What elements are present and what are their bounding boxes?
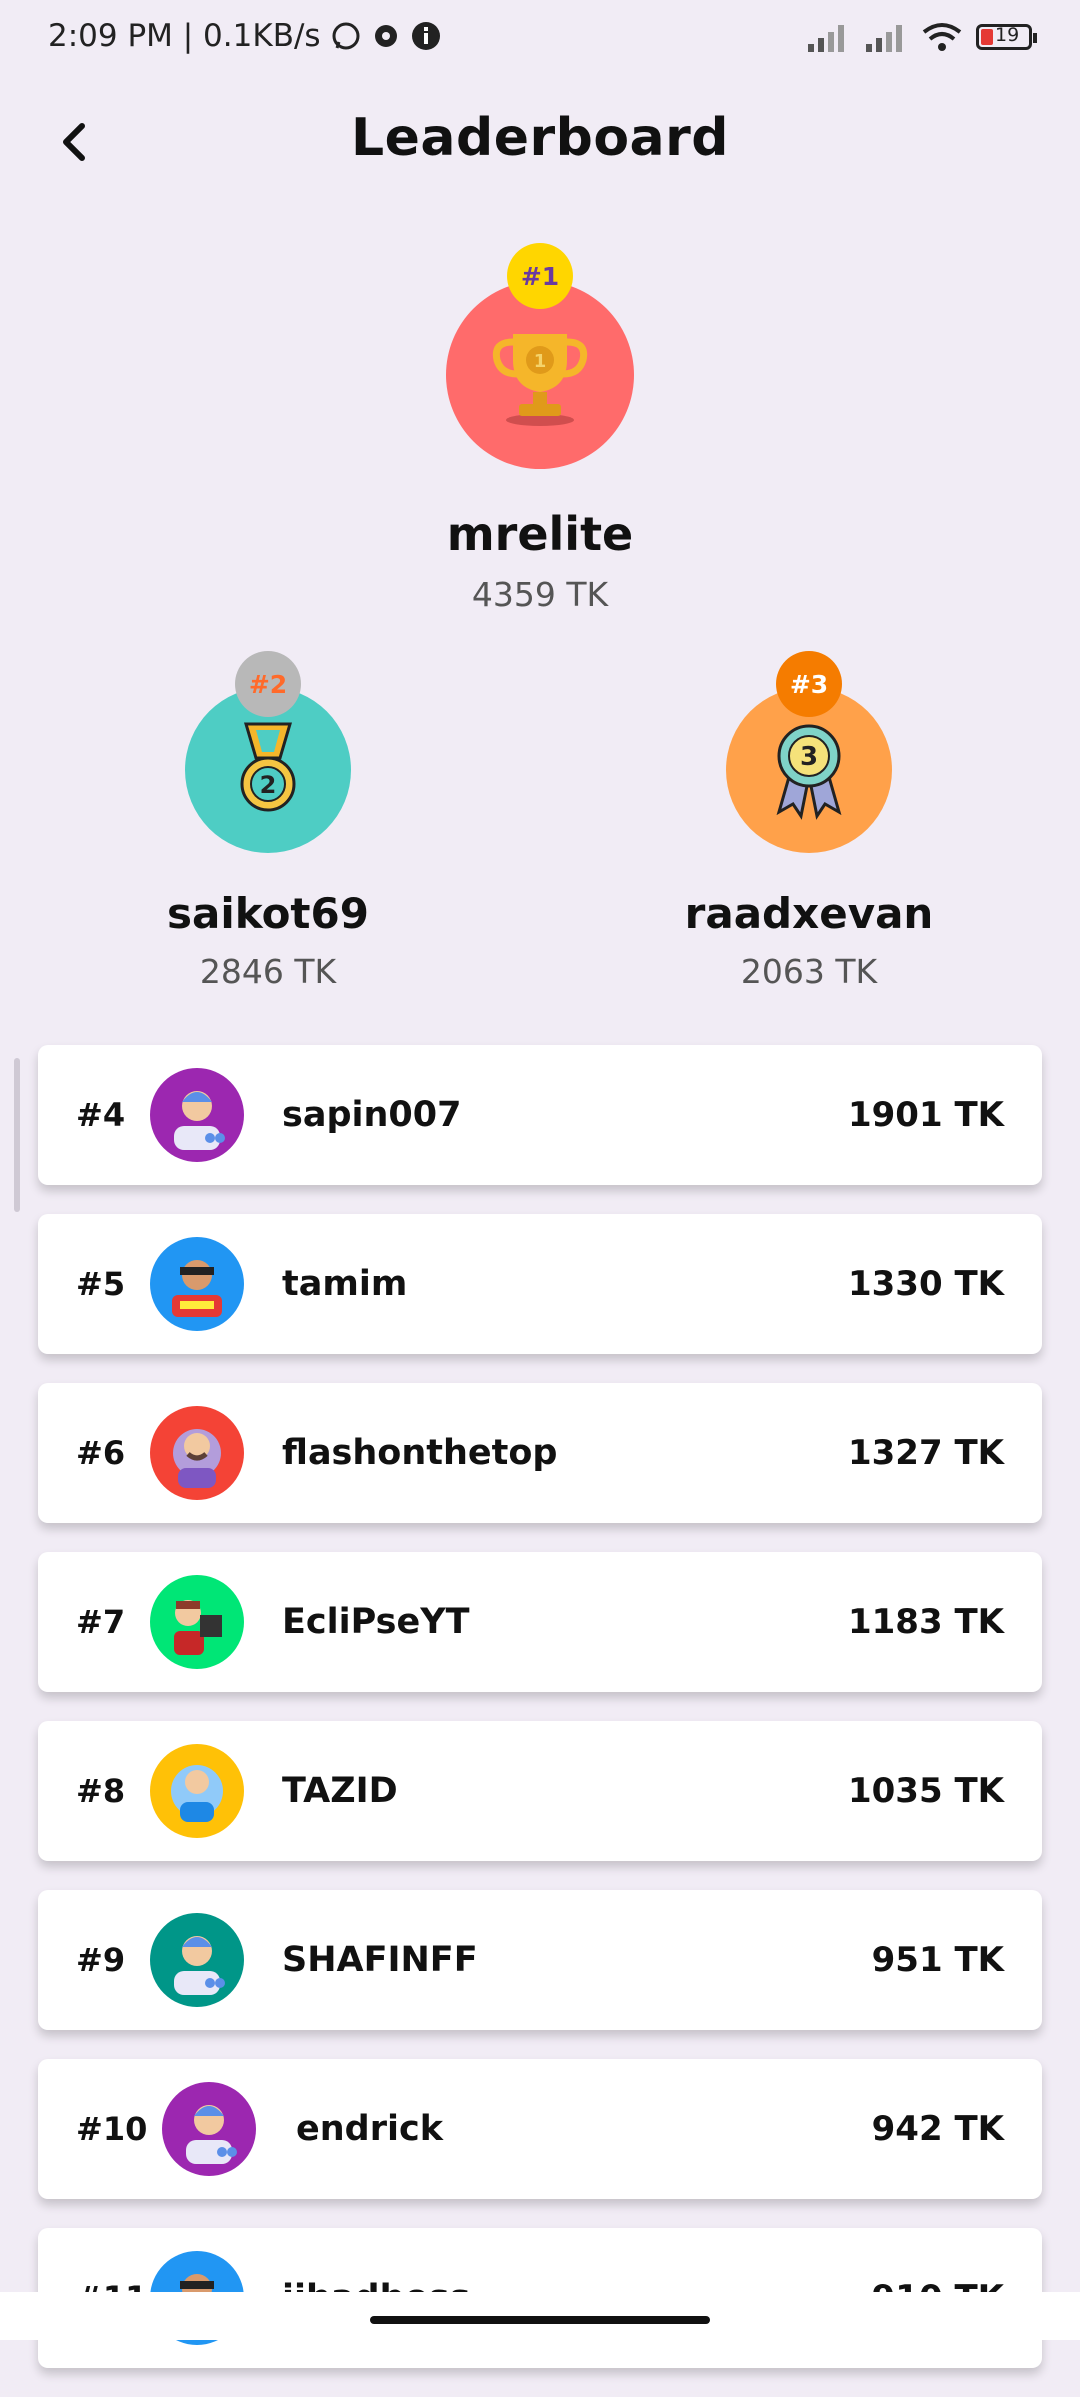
list-item[interactable]: #9 SHAFINFF 951 TK (38, 1890, 1042, 2030)
page-title: Leaderboard (350, 108, 730, 168)
list-item-score: 951 TK (871, 1940, 1004, 1980)
list-item-rank: #8 (76, 1772, 126, 1810)
status-time: 2:09 PM | 0.1KB/s (48, 18, 321, 54)
list-item-score: 1330 TK (847, 1264, 1004, 1304)
list-item[interactable]: #6 flashonthetop 1327 TK (38, 1383, 1042, 1523)
avatar (162, 2082, 256, 2176)
rank-badge-first: #1 (507, 243, 573, 309)
podium-second[interactable]: 2 #2 saikot69 2846 TK (118, 651, 418, 991)
signal-icon (808, 25, 844, 52)
header: Leaderboard (0, 100, 1080, 190)
medal-2-icon: 2 (240, 722, 296, 812)
wifi-icon (922, 23, 962, 51)
podium-first[interactable]: 1 #1 mrelite 4359 TK (340, 243, 740, 614)
avatar (150, 1406, 244, 1500)
list-item-name: flashonthetop (282, 1433, 558, 1473)
podium-first-name: mrelite (446, 507, 634, 561)
podium-second-name: saikot69 (167, 889, 369, 938)
leaderboard-list: #4 sapin007 1901 TK #5 tamim 1330 TK #6 … (38, 1045, 1042, 2397)
battery-level: 19 (995, 24, 1020, 46)
list-item-rank: #7 (76, 1603, 126, 1641)
list-item[interactable]: #7 EcliPseYT 1183 TK (38, 1552, 1042, 1692)
avatar (150, 1744, 244, 1838)
list-item-name: endrick (296, 2109, 443, 2149)
list-item-score: 1035 TK (847, 1771, 1004, 1811)
rank-badge-third: #3 (776, 651, 842, 717)
medal-3-icon: 3 (776, 724, 842, 820)
podium-second-score: 2846 TK (199, 952, 337, 991)
whatsapp-icon (332, 22, 360, 50)
svg-text:3: 3 (800, 742, 818, 772)
list-item-name: EcliPseYT (282, 1602, 470, 1642)
avatar (150, 1575, 244, 1669)
list-item[interactable]: #8 TAZID 1035 TK (38, 1721, 1042, 1861)
podium-third-score: 2063 TK (740, 952, 878, 991)
list-item[interactable]: #5 tamim 1330 TK (38, 1214, 1042, 1354)
trophy-icon: 1 (492, 334, 588, 426)
list-item-rank: #4 (76, 1096, 126, 1134)
list-item-score: 1901 TK (847, 1095, 1004, 1135)
home-indicator[interactable] (370, 2316, 710, 2324)
svg-text:2: 2 (260, 771, 277, 799)
list-item-score: 1327 TK (847, 1433, 1004, 1473)
avatar (150, 1913, 244, 2007)
signal-icon-2 (866, 25, 902, 52)
list-item-rank: #6 (76, 1434, 126, 1472)
list-item-name: TAZID (282, 1771, 398, 1811)
battery-icon: 19 (976, 24, 1037, 50)
list-item-name: SHAFINFF (282, 1940, 478, 1980)
list-item-score: 942 TK (871, 2109, 1004, 2149)
list-item-rank: #9 (76, 1941, 126, 1979)
svg-text:1: 1 (534, 351, 547, 372)
status-left: 2:09 PM | 0.1KB/s (48, 18, 441, 54)
info-icon (411, 22, 440, 50)
list-item[interactable]: #4 sapin007 1901 TK (38, 1045, 1042, 1185)
avatar (150, 1237, 244, 1331)
list-item-name: tamim (282, 1264, 408, 1304)
list-item[interactable]: #10 endrick 942 TK (38, 2059, 1042, 2199)
sync-icon (374, 25, 397, 47)
scrollbar[interactable] (14, 1058, 20, 1212)
podium-first-avatar: 1 #1 (446, 243, 634, 469)
podium-third-name: raadxevan (684, 889, 934, 938)
podium-third-avatar: 3 #3 (726, 651, 892, 853)
rank-badge-second: #2 (235, 651, 301, 717)
podium-first-score: 4359 TK (471, 575, 609, 614)
avatar (150, 1068, 244, 1162)
list-item-rank: #10 (76, 2110, 148, 2148)
list-item-score: 1183 TK (847, 1602, 1004, 1642)
status-right: 19 (806, 22, 1037, 52)
podium-second-avatar: 2 #2 (185, 651, 351, 853)
status-bar: 2:09 PM | 0.1KB/s 19 (0, 0, 1080, 80)
list-item-name: sapin007 (282, 1095, 462, 1135)
list-item-rank: #5 (76, 1265, 126, 1303)
podium-third[interactable]: 3 #3 raadxevan 2063 TK (659, 651, 959, 991)
